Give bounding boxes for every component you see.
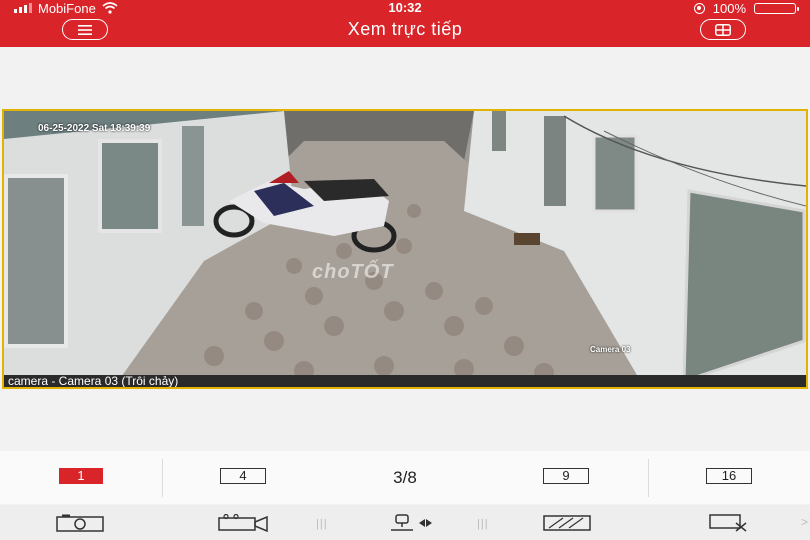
battery-percent: 100% xyxy=(712,0,746,16)
record-button[interactable] xyxy=(218,513,268,533)
camera-scene xyxy=(4,111,806,387)
video-caption: camera - Camera 03 (Trôi chảy) xyxy=(4,375,806,387)
layout-9-button[interactable]: 9 xyxy=(543,468,589,484)
bottom-toolbar: ||| ||| > xyxy=(0,505,810,540)
osd-camera-name: Camera 03 xyxy=(590,345,631,354)
rotation-lock-icon xyxy=(693,2,705,14)
header-bar: MobiFone 10:32 100% Xem trực tiếp xyxy=(0,0,810,47)
status-right: 100% xyxy=(693,0,799,16)
watermark: choTỐT xyxy=(312,261,394,283)
osd-datetime: 06-25-2022 Sat 18:39:39 xyxy=(38,123,151,134)
layout-selector-bar: 1 4 3/8 9 16 xyxy=(0,451,810,504)
layout-4-button[interactable]: 4 xyxy=(220,468,266,484)
fisheye-icon xyxy=(543,515,591,531)
chevron-right-icon[interactable]: > xyxy=(801,515,808,529)
page-title: Xem trực tiếp xyxy=(347,19,463,39)
divider xyxy=(648,459,649,497)
snapshot-button[interactable] xyxy=(56,513,104,533)
grip-handle: ||| xyxy=(477,518,489,530)
grip-handle: ||| xyxy=(316,518,328,530)
fisheye-button[interactable] xyxy=(543,513,591,533)
layout-16-button[interactable]: 16 xyxy=(706,468,752,484)
ptz-icon xyxy=(391,514,432,531)
live-video-feed[interactable]: 06-25-2022 Sat 18:39:39 choTỐT Camera 03… xyxy=(2,109,808,389)
record-icon xyxy=(218,514,268,532)
layout-1-button[interactable]: 1 xyxy=(59,468,103,484)
ptz-button[interactable] xyxy=(387,513,433,533)
status-bar: MobiFone 10:32 100% xyxy=(0,0,810,16)
page-indicator: 3/8 xyxy=(393,468,417,487)
divider xyxy=(162,459,163,497)
battery-icon xyxy=(754,2,799,14)
layout-icon xyxy=(715,23,731,36)
close-video-button[interactable] xyxy=(709,513,749,533)
status-time: 10:32 xyxy=(388,0,422,15)
layout-switch-button[interactable] xyxy=(700,19,746,40)
close-video-icon xyxy=(709,514,747,532)
app-root: MobiFone 10:32 100% Xem trực tiếp 06-25-… xyxy=(0,0,810,540)
snapshot-icon xyxy=(56,514,104,532)
